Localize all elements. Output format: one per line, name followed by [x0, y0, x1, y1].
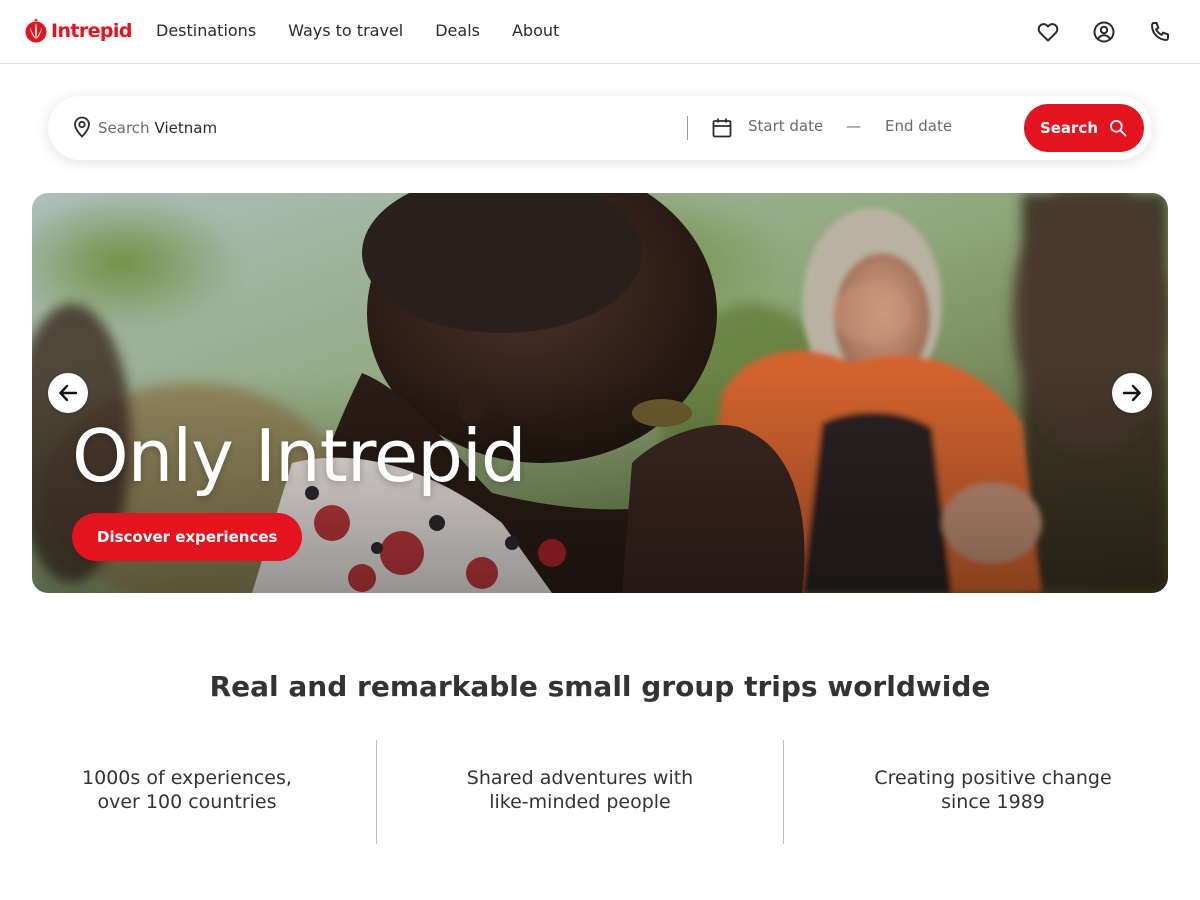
nav-ways-to-travel[interactable]: Ways to travel	[288, 20, 403, 42]
nav-about[interactable]: About	[512, 20, 559, 42]
feature-divider	[783, 740, 784, 844]
section-tagline: Real and remarkable small group trips wo…	[209, 670, 991, 703]
feature-positive-change: Creating positive change since 1989	[828, 766, 1158, 814]
feature-line: Shared adventures with	[466, 767, 694, 789]
nav-destinations[interactable]: Destinations	[156, 20, 256, 42]
arrow-right-icon	[1122, 384, 1141, 402]
wishlist-button[interactable]	[1034, 18, 1062, 46]
search-button[interactable]: Search	[1024, 104, 1144, 152]
trip-search-bar: Search Vietnam Start date — End date Sea…	[48, 96, 1152, 160]
search-prefix-label: Search	[98, 119, 150, 137]
search-button-label: Search	[1039, 119, 1099, 137]
feature-line: 1000s of experiences,	[82, 767, 292, 789]
account-button[interactable]	[1090, 18, 1118, 46]
end-date-field[interactable]: End date	[885, 117, 952, 135]
feature-line: since 1989	[941, 791, 1045, 813]
logo-text: Intrepid	[51, 20, 132, 42]
phone-icon	[1151, 22, 1169, 41]
feature-experiences: 1000s of experiences, over 100 countries	[32, 766, 342, 814]
main-nav: Destinations Ways to travel Deals About	[156, 20, 591, 42]
site-header: Intrepid Destinations Ways to travel Dea…	[0, 0, 1200, 64]
hero-title: Only Intrepid	[72, 414, 527, 498]
logo-mark-icon	[25, 18, 47, 43]
discover-experiences-button[interactable]: Discover experiences	[72, 513, 303, 561]
feature-line: like-minded people	[489, 791, 671, 813]
carousel-prev-button[interactable]	[48, 373, 88, 413]
arrow-left-icon	[59, 384, 78, 402]
location-pin-icon	[74, 116, 90, 138]
search-value: Vietnam	[154, 119, 218, 137]
feature-line: Creating positive change	[874, 767, 1112, 789]
destination-search-input[interactable]: Search Vietnam	[98, 115, 658, 141]
date-separator: —	[846, 117, 861, 135]
intrepid-logo[interactable]: Intrepid	[24, 18, 132, 44]
feature-line: over 100 countries	[97, 791, 277, 813]
calendar-icon	[712, 118, 732, 138]
feature-shared-adventures: Shared adventures with like-minded peopl…	[410, 766, 750, 814]
heart-icon	[1037, 23, 1059, 42]
start-date-field[interactable]: Start date	[748, 117, 823, 135]
search-icon	[1110, 120, 1127, 137]
phone-button[interactable]	[1146, 18, 1174, 46]
features-row: 1000s of experiences, over 100 countries…	[0, 740, 1200, 844]
nav-deals[interactable]: Deals	[435, 20, 480, 42]
account-icon	[1093, 21, 1115, 43]
search-divider	[687, 116, 688, 140]
carousel-next-button[interactable]	[1112, 373, 1152, 413]
feature-divider	[376, 740, 377, 844]
hero-banner: Only Intrepid Discover experiences	[32, 193, 1168, 593]
